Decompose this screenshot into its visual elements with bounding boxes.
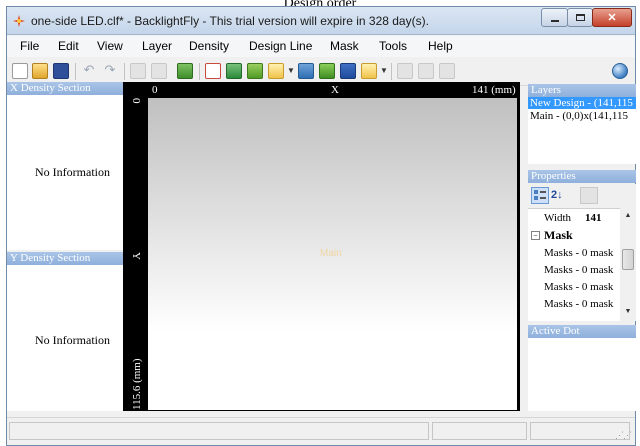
minimize-button[interactable] (541, 8, 568, 27)
category-label: Mask (544, 228, 573, 242)
undo-icon[interactable]: ↶ (81, 63, 97, 79)
zoom-icon[interactable] (151, 63, 167, 79)
redo-icon[interactable]: ↷ (102, 63, 118, 79)
chart-icon[interactable] (298, 63, 314, 79)
scroll-up-icon[interactable]: ▲ (620, 212, 636, 219)
y-ruler-end: 115.6 (mm) (131, 358, 143, 410)
new-icon[interactable] (12, 63, 28, 79)
mask-icon[interactable] (319, 63, 335, 79)
x-ruler-label: X (331, 84, 339, 96)
globe-icon[interactable] (612, 63, 628, 79)
menu-layer[interactable]: Layer (142, 39, 172, 53)
properties-header: Properties (528, 170, 636, 183)
collapse-icon[interactable]: − (531, 231, 540, 240)
menu-help[interactable]: Help (428, 39, 453, 53)
design-main-label: Main (320, 248, 342, 259)
density-icon[interactable] (177, 63, 193, 79)
save-icon[interactable] (53, 63, 69, 79)
property-row-mask[interactable]: Masks - 0 mask (528, 262, 620, 279)
y-density-header: Y Density Section (7, 252, 124, 265)
chevron-down-icon[interactable]: ▼ (380, 66, 388, 75)
properties-scrollbar[interactable]: ▲ ▼ (620, 208, 636, 321)
property-key: Masks - 0 mask (544, 264, 614, 276)
design-area[interactable]: Main (148, 98, 517, 410)
resize-grip-icon[interactable]: ⋰⋰ (615, 430, 632, 441)
property-row-mask[interactable]: Masks - 0 mask (528, 296, 620, 313)
status-segment (9, 422, 429, 440)
y-ruler-label: Y (130, 252, 142, 260)
x-ruler-start: 0 (152, 84, 158, 96)
toolbar-separator (75, 63, 76, 80)
grid-icon[interactable] (397, 63, 413, 79)
x-ruler-end: 141 (mm) (472, 84, 516, 96)
menu-view[interactable]: View (97, 39, 123, 53)
scroll-down-icon[interactable]: ▼ (620, 308, 636, 315)
layer-green-icon[interactable] (247, 63, 263, 79)
folder-icon[interactable] (268, 63, 284, 79)
property-pages-icon[interactable] (580, 187, 598, 204)
menu-edit[interactable]: Edit (58, 39, 79, 53)
menu-tools[interactable]: Tools (379, 39, 407, 53)
property-key: Masks - 0 mask (544, 247, 614, 259)
active-dot-panel (528, 338, 636, 411)
layer-item-main[interactable]: Main - (0,0)x(141,115 (528, 110, 636, 123)
property-category-mask[interactable]: − Mask (528, 227, 620, 244)
menu-mask[interactable]: Mask (330, 39, 359, 53)
y-density-message: No Information (35, 333, 110, 347)
status-bar: ⋰⋰ (7, 417, 635, 444)
property-value: 141 (585, 212, 602, 224)
layers-header: Layers (528, 84, 636, 97)
open-icon[interactable] (32, 63, 48, 79)
layer-item-new-design[interactable]: New Design - (141,115 (528, 97, 636, 109)
scrollbar-thumb[interactable] (622, 249, 634, 270)
chevron-down-icon[interactable]: ▼ (287, 66, 295, 75)
active-dot-header: Active Dot (528, 325, 636, 338)
property-key: Masks - 0 mask (544, 298, 614, 310)
add-dot-icon[interactable] (205, 63, 221, 79)
menu-file[interactable]: File (20, 39, 39, 53)
toolbar-separator (391, 63, 392, 80)
close-button[interactable]: ✕ (592, 8, 632, 27)
property-row-width[interactable]: Width 141 (528, 210, 620, 227)
x-density-message: No Information (35, 165, 110, 179)
title-bar[interactable]: one-side LED.clf* - BacklightFly - This … (7, 7, 635, 35)
status-segment (432, 422, 527, 440)
menu-density[interactable]: Density (189, 39, 229, 53)
minimize-icon (551, 20, 559, 22)
menu-bar: File Edit View Layer Density Design Line… (7, 36, 635, 57)
view-icon[interactable] (418, 63, 434, 79)
close-icon: ✕ (607, 12, 617, 24)
y-ruler-start: 0 (130, 98, 142, 104)
toolbar-separator (199, 63, 200, 80)
alphabetical-icon[interactable]: 2↓ (551, 187, 569, 204)
maximize-button[interactable] (567, 8, 593, 27)
table-icon[interactable] (439, 63, 455, 79)
app-icon (12, 14, 26, 28)
property-row-mask[interactable]: Masks - 0 mask (528, 279, 620, 296)
dot-icon[interactable] (340, 63, 356, 79)
window-title: one-side LED.clf* - BacklightFly - This … (31, 14, 429, 28)
select-icon[interactable] (130, 63, 146, 79)
layer-icon[interactable] (226, 63, 242, 79)
property-key: Width (544, 212, 572, 224)
property-row-mask[interactable]: Masks - 0 mask (528, 245, 620, 262)
export-icon[interactable] (361, 63, 377, 79)
properties-toolbar: 2↓ (528, 184, 636, 208)
categorized-icon[interactable] (531, 187, 549, 204)
x-density-header: X Density Section (7, 82, 124, 95)
menu-design-line[interactable]: Design Line (249, 39, 312, 53)
toolbar-separator (124, 63, 125, 80)
property-key: Masks - 0 mask (544, 281, 614, 293)
maximize-icon (576, 14, 585, 21)
